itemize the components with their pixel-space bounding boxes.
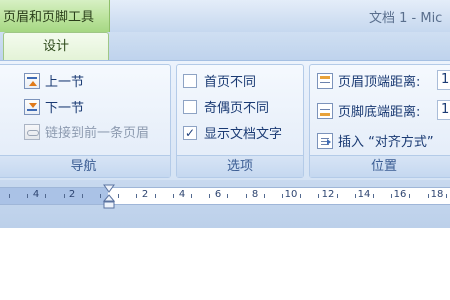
previous-section-button[interactable]: 上一节	[24, 71, 84, 90]
document-title: 文档 1 - Mic	[369, 11, 443, 26]
group-navigation: 上一节 下一节 链接到前一条页眉 导航	[0, 64, 171, 178]
insert-alignment-tab-icon	[317, 132, 333, 149]
footer-from-bottom-label: 页脚底端距离:	[338, 105, 421, 120]
show-document-text-box[interactable]: ✓	[183, 125, 197, 140]
header-from-top-label: 页眉顶端距离:	[338, 75, 421, 90]
header-from-top-input[interactable]: 1	[437, 70, 450, 90]
show-document-text-checkbox[interactable]: ✓ 显示文档文字	[183, 123, 282, 142]
different-first-page-checkbox[interactable]: 首页不同	[183, 71, 256, 90]
different-first-page-label: 首页不同	[204, 75, 257, 90]
link-icon	[24, 123, 40, 140]
next-section-button[interactable]: 下一节	[24, 97, 84, 116]
link-to-previous-button[interactable]: 链接到前一条页眉	[24, 122, 149, 141]
ribbon-tab-row: 设计	[0, 32, 450, 61]
title-bar: 页眉和页脚工具 文档 1 - Mic	[0, 0, 450, 32]
context-tab-header: 页眉和页脚工具	[0, 0, 110, 32]
different-odd-even-box[interactable]	[183, 99, 197, 114]
previous-section-label: 上一节	[45, 75, 85, 90]
ruler-label: 2	[68, 189, 76, 200]
insert-alignment-tab-button[interactable]: 插入 “对齐方式”	[317, 131, 434, 150]
ruler-label: 10	[284, 189, 298, 200]
next-section-icon	[24, 98, 40, 115]
footer-from-bottom-control: 页脚底端距离:	[317, 101, 420, 120]
ribbon: 脚 上一节 下一节 链接到前一条页眉 导航 首页不同 奇偶页不同 ✓ 显示文档文…	[0, 60, 450, 180]
ruler-label: 14	[357, 189, 371, 200]
ruler-label: 2	[141, 189, 149, 200]
ruler-label: 12	[321, 189, 335, 200]
group-label-options: 选项	[177, 155, 303, 177]
tab-design[interactable]: 设计	[3, 32, 109, 61]
header-position-icon	[317, 72, 333, 89]
document-page[interactable]	[0, 228, 450, 300]
link-to-previous-label: 链接到前一条页眉	[45, 126, 150, 141]
ruler-label: 8	[251, 189, 259, 200]
ruler-label: 4	[178, 189, 186, 200]
group-options: 首页不同 奇偶页不同 ✓ 显示文档文字 选项	[176, 64, 304, 178]
group-position: 页眉顶端距离: 1 页脚底端距离: 1 插入 “对齐方式” 位置	[309, 64, 450, 178]
group-label-navigation: 导航	[0, 155, 170, 177]
different-odd-even-checkbox[interactable]: 奇偶页不同	[183, 97, 269, 116]
indent-marker-icon[interactable]	[103, 184, 115, 210]
ruler-ticks	[9, 194, 447, 198]
previous-section-icon	[24, 72, 40, 89]
footer-position-icon	[317, 102, 333, 119]
ruler-label: 6	[214, 189, 222, 200]
insert-alignment-tab-label: 插入 “对齐方式”	[338, 135, 434, 150]
ruler-label: 4	[32, 189, 40, 200]
different-first-page-box[interactable]	[183, 73, 197, 88]
footer-from-bottom-input[interactable]: 1	[437, 100, 450, 120]
context-tab-header-label: 页眉和页脚工具	[3, 10, 95, 25]
ruler-label: 18	[430, 189, 444, 200]
next-section-label: 下一节	[45, 101, 85, 116]
show-document-text-label: 显示文档文字	[204, 127, 283, 142]
ruler-label: 16	[393, 189, 407, 200]
group-label-position: 位置	[310, 155, 450, 177]
different-odd-even-label: 奇偶页不同	[204, 101, 270, 116]
header-from-top-control: 页眉顶端距离:	[317, 71, 420, 90]
